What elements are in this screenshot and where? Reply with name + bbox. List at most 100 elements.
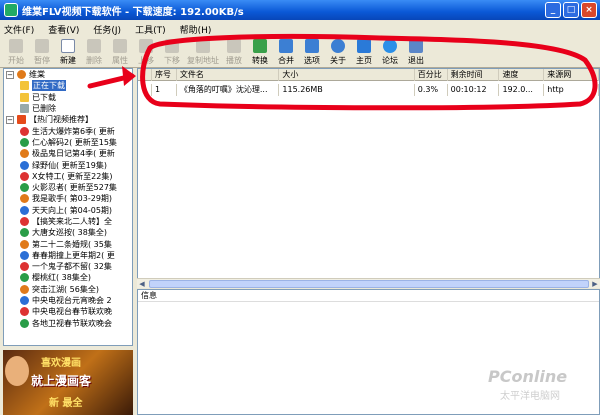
watermark-brand: PConline (488, 367, 568, 386)
video-site-icon (20, 228, 29, 238)
category-tree: − 维棠 正在下载 已下载 已删除 − 【热门视频推荐】 生活大爆炸第6季( 更新仁… (3, 68, 133, 346)
close-button[interactable]: × (581, 2, 597, 18)
header-size[interactable]: 大小 (279, 69, 415, 81)
start-button[interactable]: 开始 (4, 38, 28, 66)
hot-video-item[interactable]: 春春期撞上更年期2( 更 (4, 250, 132, 261)
arrow-up-icon (139, 39, 153, 53)
hot-video-label: 生活大爆炸第6季( 更新 (32, 126, 115, 136)
forum-button[interactable]: 论坛 (378, 38, 402, 66)
menu-task[interactable]: 任务(J) (93, 23, 121, 36)
arrow-down-icon (165, 39, 179, 53)
table-row[interactable]: 1 《角落的叮嘱》沈沁理... 115.26MB 0.3% 00:10:12 1… (138, 84, 599, 96)
hot-video-item[interactable]: 绿野仙( 更新至19集) (4, 159, 132, 170)
hot-video-item[interactable]: 各地卫视春节联欢晚会 (4, 318, 132, 329)
options-button[interactable]: 选项 (300, 38, 324, 66)
hot-video-item[interactable]: 生活大爆炸第6季( 更新 (4, 125, 132, 136)
move-down-button[interactable]: 下移 (160, 38, 184, 66)
scroll-right-icon[interactable]: ▶ (590, 279, 600, 289)
delete-button[interactable]: 删除 (82, 38, 106, 66)
collapse-toggle[interactable]: − (6, 115, 14, 124)
tree-item-downloaded[interactable]: 已下载 (4, 92, 132, 103)
hot-video-label: 天天向上( 第04-05期) (32, 205, 113, 215)
hot-video-item[interactable]: 中央电视台春节联欢晚 (4, 306, 132, 317)
hot-video-item[interactable]: 大唐女巡按( 38集全) (4, 227, 132, 238)
header-check[interactable] (138, 69, 152, 81)
video-site-icon (20, 160, 29, 170)
pause-button[interactable]: 暂停 (30, 38, 54, 66)
hot-video-label: 极品鬼日记第4季( 更新 (32, 149, 115, 159)
move-up-button[interactable]: 上移 (134, 38, 158, 66)
row-check (138, 84, 152, 96)
hot-video-item[interactable]: 一个鬼子都不留( 32集 (4, 261, 132, 272)
folder-icon (20, 81, 29, 91)
hot-video-item[interactable]: 【搞笑来北二人转】全 (4, 216, 132, 227)
menu-view[interactable]: 查看(V) (48, 23, 79, 36)
cell-remaining: 00:10:12 (448, 84, 500, 96)
hot-video-item[interactable]: 天天向上( 第04-05期) (4, 205, 132, 216)
maximize-button[interactable]: □ (563, 2, 579, 18)
video-site-icon (20, 149, 29, 159)
hot-video-item[interactable]: 中央电视台元宵晚会 2 (4, 295, 132, 306)
hot-video-item[interactable]: 突击江湖( 56集全) (4, 284, 132, 295)
menu-help[interactable]: 帮助(H) (180, 23, 212, 36)
hot-video-label: 各地卫视春节联欢晚会 (32, 318, 112, 328)
video-site-icon (20, 273, 29, 283)
trash-icon (20, 104, 29, 114)
header-index[interactable]: 序号 (152, 69, 177, 81)
hot-video-item[interactable]: 第二十二条婚规( 35集 (4, 238, 132, 249)
hot-video-item[interactable]: 樱桃红( 38集全) (4, 272, 132, 283)
cell-percent: 0.3% (415, 84, 448, 96)
copy-address-button[interactable]: 复制地址 (186, 38, 220, 66)
properties-button[interactable]: 属性 (108, 38, 132, 66)
menu-tools[interactable]: 工具(T) (135, 23, 166, 36)
horizontal-scrollbar[interactable]: ◀ ▶ (137, 278, 600, 288)
table-header: 序号 文件名 大小 百分比 剩余时间 速度 来源网 (138, 69, 599, 81)
hot-video-label: 中央电视台春节联欢晚 (32, 307, 112, 317)
pause-icon (35, 39, 49, 53)
watermark-subtitle: 太平洋电脑网 (500, 391, 560, 402)
copy-icon (196, 39, 210, 53)
cell-size: 115.26MB (279, 84, 415, 96)
convert-button[interactable]: 转换 (248, 38, 272, 66)
homepage-button[interactable]: 主页 (352, 38, 376, 66)
menu-bar: 文件(F) 查看(V) 任务(J) 工具(T) 帮助(H) (0, 20, 600, 38)
hot-video-item[interactable]: 火影忍者( 更新至527集 (4, 182, 132, 193)
scroll-left-icon[interactable]: ◀ (137, 279, 147, 289)
hot-video-item[interactable]: X女特工( 更新至22集) (4, 171, 132, 182)
merge-icon (279, 39, 293, 53)
menu-file[interactable]: 文件(F) (4, 23, 34, 36)
hot-video-item[interactable]: 仁心解码2( 更新至15集 (4, 137, 132, 148)
tree-hot-header[interactable]: − 【热门视频推荐】 (4, 114, 132, 125)
tree-root[interactable]: − 维棠 (4, 69, 132, 80)
scroll-thumb[interactable] (149, 280, 589, 288)
video-site-icon (20, 171, 29, 181)
new-file-icon (61, 39, 75, 53)
ad-banner[interactable]: 喜欢漫画 就上漫画客 新 最全 (3, 350, 133, 415)
video-site-icon (20, 183, 29, 193)
hot-video-label: 火影忍者( 更新至527集 (32, 183, 117, 193)
header-filename[interactable]: 文件名 (177, 69, 280, 81)
app-icon (17, 70, 26, 80)
info-panel-title: 信息 (138, 290, 599, 302)
header-remaining[interactable]: 剩余时间 (448, 69, 500, 81)
hot-video-item[interactable]: 我是歌手( 第03-29期) (4, 193, 132, 204)
properties-icon (113, 39, 127, 53)
cell-speed: 192.0... (499, 84, 545, 96)
new-button[interactable]: 新建 (56, 38, 80, 66)
minimize-button[interactable]: _ (545, 2, 561, 18)
play-button[interactable]: 播放 (222, 38, 246, 66)
tree-item-downloading[interactable]: 正在下载 (4, 80, 132, 92)
about-button[interactable]: 关于 (326, 38, 350, 66)
video-site-icon (20, 262, 29, 272)
header-source[interactable]: 来源网 (544, 69, 599, 81)
collapse-toggle[interactable]: − (6, 70, 14, 79)
hot-video-item[interactable]: 极品鬼日记第4季( 更新 (4, 148, 132, 159)
hot-video-label: 仁心解码2( 更新至15集 (32, 137, 117, 147)
options-icon (305, 39, 319, 53)
header-speed[interactable]: 速度 (499, 69, 545, 81)
exit-button[interactable]: 退出 (404, 38, 428, 66)
merge-button[interactable]: 合并 (274, 38, 298, 66)
tree-item-deleted[interactable]: 已删除 (4, 103, 132, 114)
video-site-icon (20, 239, 29, 249)
header-percent[interactable]: 百分比 (415, 69, 448, 81)
